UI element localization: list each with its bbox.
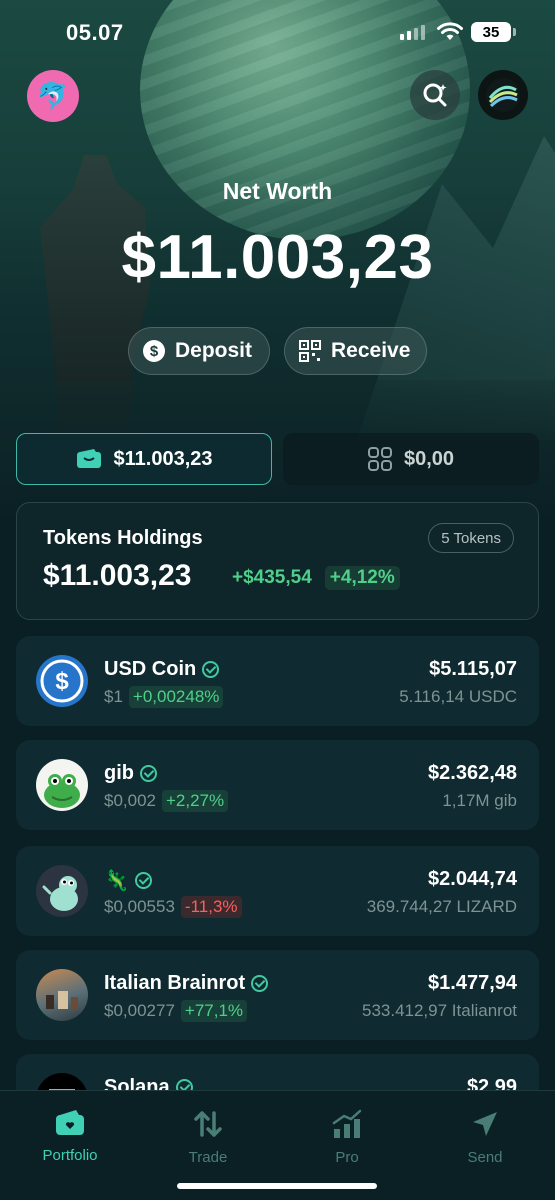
tab-label: Send — [467, 1149, 503, 1166]
deposit-label: Deposit — [175, 339, 253, 362]
usd-coin-icon: $ — [36, 655, 88, 707]
token-change: -11,3% — [180, 896, 242, 918]
token-name: Italian Brainrot — [104, 972, 269, 995]
holdings-change-percent: +4,12% — [324, 566, 400, 590]
token-row-italian-brainrot[interactable]: Italian Brainrot $0,00277 +77,1% $1.477,9… — [16, 950, 539, 1040]
svg-text:$: $ — [55, 668, 69, 695]
token-row-gib[interactable]: gib $0,002 +2,27% $2.362,48 1,17M gib — [16, 740, 539, 830]
token-name: gib — [104, 762, 157, 785]
token-value: $1.477,94 — [428, 972, 517, 994]
token-price-line: $0,002 +2,27% — [104, 790, 229, 812]
token-row-usd-coin[interactable]: $ USD Coin $1 +0,00248% $5.115,07 5.116,1… — [16, 636, 539, 726]
app-logo-icon — [486, 78, 520, 112]
holdings-title: Tokens Holdings — [43, 527, 203, 549]
net-worth-label: Net Worth — [222, 178, 333, 204]
token-name: 🦎 — [104, 868, 152, 893]
token-change: +77,1% — [180, 1000, 248, 1022]
token-amount: 5.116,14 USDC — [399, 687, 517, 706]
status-bar: 05.07 35 — [0, 18, 555, 48]
token-price: $0,00277 — [104, 1001, 175, 1020]
token-price-line: $0,00277 +77,1% — [104, 1000, 248, 1022]
receive-button[interactable]: Receive — [284, 327, 427, 375]
token-name-text: gib — [104, 762, 134, 784]
collectibles-segment-tab[interactable]: $0,00 — [283, 433, 539, 485]
verified-icon — [251, 975, 269, 992]
token-change: +2,27% — [162, 790, 229, 812]
token-price-line: $0,00553 -11,3% — [104, 896, 242, 918]
send-icon — [473, 1112, 497, 1136]
token-amount: 1,17M gib — [442, 791, 517, 810]
tokens-segment-value: $11.003,23 — [113, 447, 213, 470]
deposit-button[interactable]: $ Deposit — [128, 327, 270, 375]
dollar-coin-icon: $ — [143, 340, 165, 362]
swap-icon — [194, 1111, 222, 1137]
token-price-line: $1 +0,00248% — [104, 686, 224, 708]
battery-icon: 35 — [471, 22, 516, 42]
holdings-card: Tokens Holdings 5 Tokens $11.003,23 +$43… — [16, 502, 539, 620]
wifi-icon — [437, 22, 463, 40]
token-value: $2.044,74 — [428, 868, 517, 890]
token-price: $0,002 — [104, 791, 156, 810]
verified-icon — [140, 765, 157, 782]
avatar[interactable]: 🐬 — [27, 70, 79, 122]
receive-label: Receive — [331, 339, 411, 362]
gib-frog-icon — [36, 759, 88, 811]
dolphin-icon: 🐬 — [36, 80, 70, 111]
token-name-text: USD Coin — [104, 658, 197, 680]
search-icon — [423, 83, 447, 107]
token-count-badge: 5 Tokens — [428, 523, 514, 553]
tab-portfolio[interactable]: Portfolio — [20, 1109, 120, 1164]
tab-pro[interactable]: Pro — [297, 1109, 397, 1166]
search-button[interactable] — [410, 70, 460, 120]
tokens-segment-tab[interactable]: $11.003,23 — [16, 433, 272, 485]
token-price: $1 — [104, 687, 123, 706]
tab-label: Portfolio — [42, 1147, 98, 1164]
tab-label: Pro — [335, 1149, 359, 1166]
token-change: +0,00248% — [128, 686, 224, 708]
home-indicator — [177, 1183, 377, 1189]
grid-icon — [367, 447, 392, 471]
cellular-signal-icon — [400, 24, 425, 40]
holdings-change: +$435,54 +4,12% — [227, 566, 400, 590]
chart-icon — [332, 1109, 362, 1138]
lizard-icon — [36, 865, 88, 917]
token-name: USD Coin — [104, 658, 220, 681]
token-value: $2.362,48 — [428, 762, 517, 784]
net-worth-value: $11.003,23 — [121, 223, 434, 292]
holdings-change-amount: +$435,54 — [232, 567, 312, 588]
verified-icon — [202, 661, 220, 678]
tab-send[interactable]: Send — [435, 1109, 535, 1166]
collectibles-segment-value: $0,00 — [403, 447, 455, 470]
token-amount: 369.744,27 LIZARD — [366, 897, 517, 916]
token-price: $0,00553 — [104, 897, 175, 916]
holdings-value: $11.003,23 — [43, 559, 192, 592]
italian-brainrot-icon — [36, 969, 88, 1021]
token-amount: 533.412,97 Italianrot — [361, 1001, 517, 1020]
tab-label: Trade — [188, 1149, 228, 1166]
token-name-text: Italian Brainrot — [104, 972, 246, 994]
tab-trade[interactable]: Trade — [158, 1109, 258, 1166]
token-name-text: 🦎 — [104, 870, 129, 892]
token-row-lizard[interactable]: 🦎 $0,00553 -11,3% $2.044,74 369.744,27 LI… — [16, 846, 539, 936]
wallet-icon — [56, 1110, 84, 1135]
wallet-icon — [76, 449, 101, 468]
wallet-logo-button[interactable] — [478, 70, 528, 120]
qr-code-icon — [299, 340, 321, 362]
verified-icon — [134, 872, 152, 889]
status-time: 05.07 — [66, 20, 124, 45]
token-value: $5.115,07 — [429, 658, 517, 680]
